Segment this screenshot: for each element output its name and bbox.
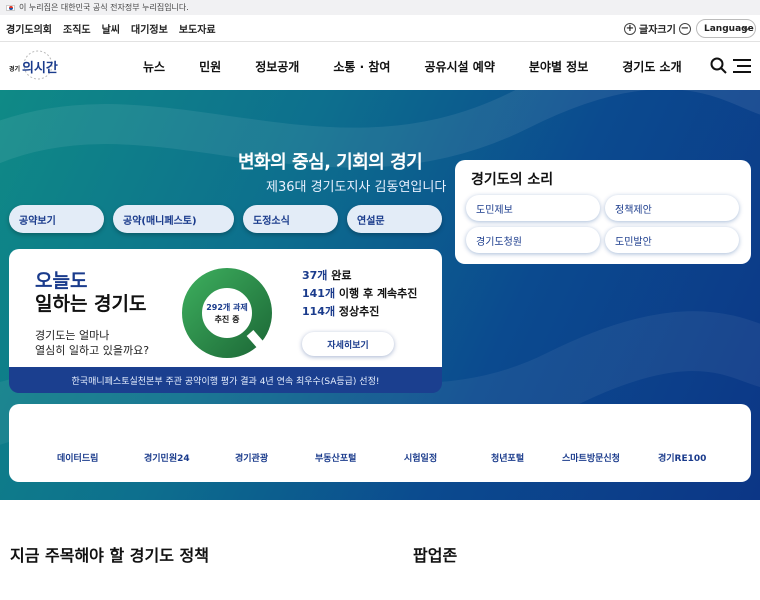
svg-text:경기: 경기 [9,65,20,73]
stat-continuing: 141개 이행 후 계속추진 [302,285,417,301]
menu-facility[interactable]: 공유시설 예약 [424,58,494,75]
main-menu: 뉴스 민원 정보공개 소통 · 참여 공유시설 예약 분야별 정보 경기도 소개 [143,42,716,90]
policy-proposal-button[interactable]: 정책제안 [605,195,739,221]
gov-banner: 이 누리집은 대한민국 공식 전자정부 누리집입니다. [0,0,760,15]
util-link-weather[interactable]: 날씨 [102,21,120,36]
menu-about[interactable]: 경기도 소개 [622,58,681,75]
card-title-2: 일하는 경기도 [35,293,147,315]
site-logo[interactable]: 경기 의시간 [8,48,72,82]
progress-donut: 292개 과제 추진 중 [182,268,272,358]
link-smart-visit[interactable]: 스마트방문신청 [562,451,620,464]
manifesto-award-banner: 한국매니페스토실천본부 주관 공약이행 평가 결과 4년 연속 최우수(SA등급… [9,367,442,393]
stat-normal-text: 정상추진 [335,305,380,318]
popup-zone-title: 팝업존 [413,546,458,565]
speech-button[interactable]: 연설문 [347,205,442,233]
font-size-control: + 글자크기 − [624,21,691,36]
stat-completed: 37개 완료 [302,267,352,283]
stat-normal-num: 114개 [302,305,336,318]
menu-participation[interactable]: 소통 · 참여 [333,58,390,75]
stat-completed-text: 완료 [327,269,352,282]
main-nav: 경기 의시간 뉴스 민원 정보공개 소통 · 참여 공유시설 예약 분야별 정보… [0,42,760,90]
link-re100[interactable]: 경기RE100 [658,451,706,464]
utility-bar: 경기도의회 조직도 날씨 대기정보 보도자료 + 글자크기 − Language [0,15,760,42]
voice-panel: 경기도의 소리 도민제보 정책제안 경기도청원 도민발안 [455,160,751,264]
font-increase-button[interactable]: + [624,22,636,35]
menu-icon[interactable] [733,59,751,73]
svg-text:의시간: 의시간 [22,60,58,76]
donut-label-1: 292개 과제 [206,302,248,312]
language-select[interactable]: Language [696,19,756,38]
quick-links: 데이터드림 경기민원24 경기관광 부동산포털 시험일정 청년포털 스마트방문신… [9,404,751,482]
menu-news[interactable]: 뉴스 [143,58,165,75]
link-realestate[interactable]: 부동산포털 [315,451,356,464]
utility-links: 경기도의회 조직도 날씨 대기정보 보도자료 [6,15,216,42]
util-link-air[interactable]: 대기정보 [131,21,168,36]
card-question-1: 경기도는 얼마나 [35,329,110,342]
manifesto-button[interactable]: 공약(매니페스토) [113,205,234,233]
link-youth-portal[interactable]: 청년포털 [491,451,524,464]
menu-field-info[interactable]: 분야별 정보 [529,58,588,75]
card-question-2: 열심히 일하고 있을까요? [35,344,150,357]
korea-flag-icon [6,4,15,11]
hero-section: 변화의 중심, 기회의 경기 제36대 경기도지사 김동연입니다 공약보기 공약… [0,90,760,500]
hero-subtitle: 제36대 경기도지사 김동연입니다 [266,180,447,195]
citizen-report-button[interactable]: 도민제보 [466,195,600,221]
util-link-council[interactable]: 경기도의회 [6,21,52,36]
stat-completed-num: 37개 [302,269,328,282]
more-button[interactable]: 자세히보기 [302,332,394,356]
voice-title: 경기도의 소리 [471,172,554,188]
search-icon[interactable] [710,57,727,74]
link-minwon24[interactable]: 경기민원24 [144,451,190,464]
menu-disclosure[interactable]: 정보공개 [255,58,299,75]
util-link-press[interactable]: 보도자료 [179,21,216,36]
stat-continuing-num: 141개 [302,287,336,300]
stat-continuing-text: 이행 후 계속추진 [335,287,418,300]
font-decrease-button[interactable]: − [678,22,691,35]
gov-banner-text: 이 누리집은 대한민국 공식 전자정부 누리집입니다. [19,3,189,12]
citizen-initiative-button[interactable]: 도민발안 [605,227,739,253]
policy-section-title: 지금 주목해야 할 경기도 정책 [10,546,209,565]
link-tourism[interactable]: 경기관광 [235,451,268,464]
pledge-button[interactable]: 공약보기 [9,205,104,233]
util-link-org[interactable]: 조직도 [63,21,91,36]
news-button[interactable]: 도정소식 [243,205,338,233]
donut-label-2: 추진 중 [215,314,241,324]
link-exam-schedule[interactable]: 시험일정 [404,451,437,464]
font-size-label: 글자크기 [639,25,676,36]
menu-civil[interactable]: 민원 [199,58,221,75]
stat-normal: 114개 정상추진 [302,303,379,319]
hero-slogan: 변화의 중심, 기회의 경기 [238,152,423,173]
link-data-dream[interactable]: 데이터드림 [57,451,98,464]
petition-button[interactable]: 경기도청원 [466,227,600,253]
